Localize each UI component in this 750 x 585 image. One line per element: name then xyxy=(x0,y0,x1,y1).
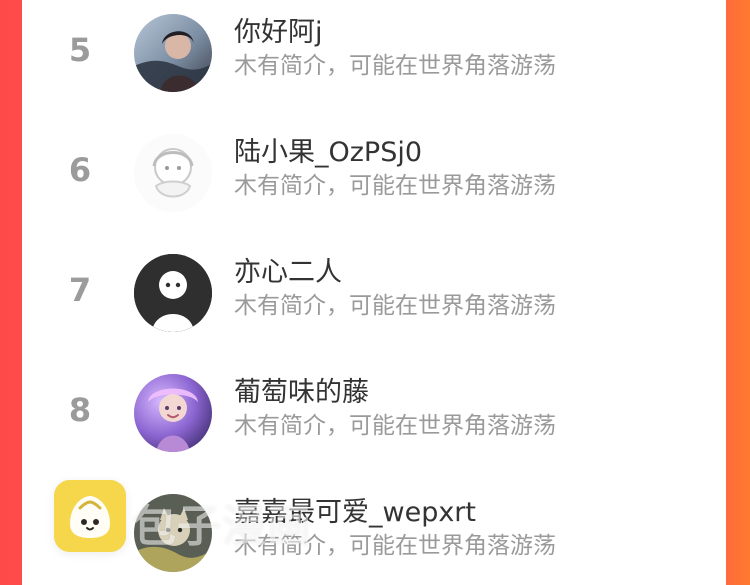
user-bio: 木有简介，可能在世界角落游荡 xyxy=(234,293,556,319)
rank-number: 7 xyxy=(68,271,92,309)
user-bio: 木有简介，可能在世界角落游荡 xyxy=(234,413,556,439)
ranking-list-panel: 5 你好阿j 木有简介，可能在世界角落游荡 6 陆小果_OzPSj0 木有简介，… xyxy=(22,0,726,585)
avatar-cat-icon[interactable] xyxy=(134,494,212,572)
avatar-anime-sketch-icon[interactable] xyxy=(134,134,212,212)
right-accent-edge xyxy=(726,0,750,585)
avatar-photo-woman-icon[interactable] xyxy=(134,14,212,92)
list-item[interactable]: 7 亦心二人 木有简介，可能在世界角落游荡 xyxy=(22,246,726,366)
rank-number: 9 xyxy=(68,511,92,549)
user-name[interactable]: 你好阿j xyxy=(234,18,323,48)
avatar-anime-purple-girl-icon[interactable] xyxy=(134,374,212,452)
rank-number: 6 xyxy=(68,151,92,189)
rank-number: 8 xyxy=(68,391,92,429)
list-item[interactable]: 5 你好阿j 木有简介，可能在世界角落游荡 xyxy=(22,6,726,126)
user-name[interactable]: 陆小果_OzPSj0 xyxy=(234,138,422,168)
user-bio: 木有简介，可能在世界角落游荡 xyxy=(234,53,556,79)
user-name[interactable]: 葡萄味的藤 xyxy=(234,378,369,408)
list-item[interactable]: 9 嘉嘉最可爱_wepxrt 木有简介，可能在世界角落游荡 xyxy=(22,486,726,585)
list-item[interactable]: 8 葡萄味的藤 木有简介，可能在世界角落游荡 xyxy=(22,366,726,486)
user-name[interactable]: 嘉嘉最可爱_wepxrt xyxy=(234,498,476,528)
rank-number: 5 xyxy=(68,31,92,69)
list-item[interactable]: 6 陆小果_OzPSj0 木有简介，可能在世界角落游荡 xyxy=(22,126,726,246)
user-bio: 木有简介，可能在世界角落游荡 xyxy=(234,173,556,199)
avatar-default-ghost-icon[interactable] xyxy=(134,254,212,332)
user-name[interactable]: 亦心二人 xyxy=(234,258,342,288)
user-bio: 木有简介，可能在世界角落游荡 xyxy=(234,533,556,559)
